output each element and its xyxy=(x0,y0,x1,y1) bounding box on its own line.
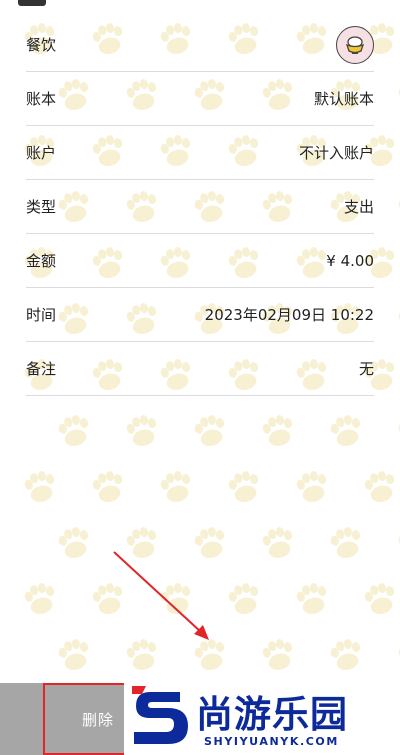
time-value: 2023年02月09日 10:22 xyxy=(204,306,374,324)
watermark-brand: 尚游乐园 xyxy=(196,693,348,736)
rice-bowl-icon xyxy=(336,25,374,64)
detail-row-type: 类型 支出 xyxy=(26,180,374,234)
account-value: 不计入账户 xyxy=(298,144,374,162)
detail-row-ledger: 账本 默认账本 xyxy=(26,72,374,126)
type-label: 类型 xyxy=(26,198,57,216)
note-label: 备注 xyxy=(26,360,57,378)
account-label: 账户 xyxy=(26,144,57,162)
type-value: 支出 xyxy=(343,198,374,216)
detail-row-time: 时间 2023年02月09日 10:22 xyxy=(26,288,374,342)
time-label: 时间 xyxy=(26,306,57,324)
delete-label: 删除 xyxy=(81,710,114,729)
amount-label: 金额 xyxy=(26,252,57,270)
category-label: 餐饮 xyxy=(26,36,57,54)
ledger-value: 默认账本 xyxy=(313,90,374,108)
brand-logo-icon xyxy=(132,686,188,744)
detail-row-category: 餐饮 xyxy=(26,18,374,72)
site-watermark: 尚游乐园 SHYIYUANYK.COM xyxy=(124,680,400,755)
bill-detail-list: 餐饮 账本 默认账本 账户 不计入账户 类型 支出 金额 ¥ 4.00 时间 2… xyxy=(26,18,374,396)
detail-row-note: 备注 无 xyxy=(26,342,374,396)
detail-row-amount: 金额 ¥ 4.00 xyxy=(26,234,374,288)
note-value: 无 xyxy=(358,360,374,378)
detail-row-account: 账户 不计入账户 xyxy=(26,126,374,180)
watermark-url: SHYIYUANYK.COM xyxy=(204,735,339,748)
amount-value: ¥ 4.00 xyxy=(326,251,374,270)
top-bar-remnant xyxy=(18,0,46,6)
ledger-label: 账本 xyxy=(26,90,57,108)
